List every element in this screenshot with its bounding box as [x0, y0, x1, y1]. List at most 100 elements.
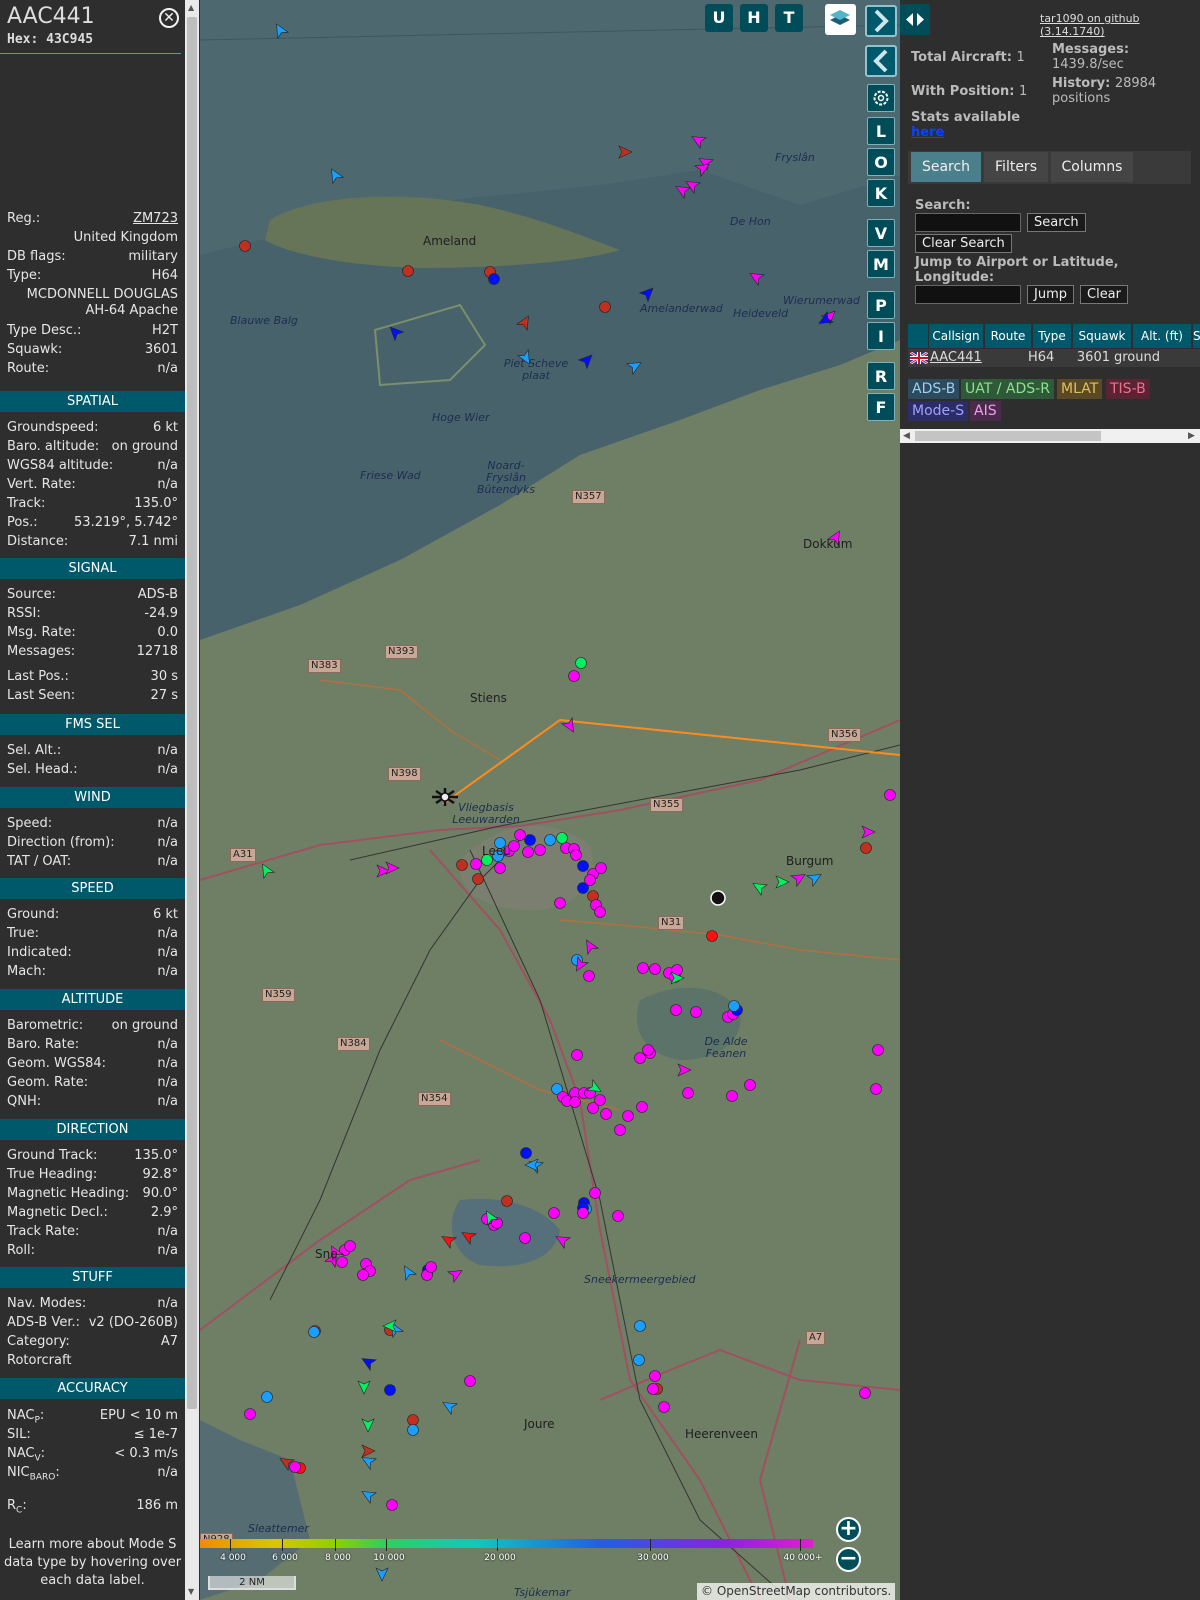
- aircraft-dot[interactable]: [614, 1124, 626, 1136]
- toggle-t-button[interactable]: T: [775, 4, 803, 32]
- aircraft-dot[interactable]: [884, 789, 896, 801]
- aircraft-dot[interactable]: [384, 1384, 396, 1396]
- aircraft-dot[interactable]: [728, 1000, 740, 1012]
- toggle-k-button[interactable]: K: [867, 179, 895, 207]
- aircraft-dot[interactable]: [575, 657, 587, 669]
- aircraft-dot[interactable]: [344, 1240, 356, 1252]
- toggle-u-button[interactable]: U: [705, 4, 733, 32]
- map-view[interactable]: Ameland Blauwe Balg Amelanderwad Wierumerwa…: [200, 0, 900, 1600]
- detail-value[interactable]: ZM723: [133, 210, 178, 228]
- aircraft-dot[interactable]: [599, 301, 611, 313]
- column-header[interactable]: Squawk: [1073, 324, 1131, 348]
- aircraft-dot[interactable]: [548, 1207, 560, 1219]
- aircraft-dot[interactable]: [470, 858, 482, 870]
- aircraft-dot[interactable]: [600, 1108, 612, 1120]
- layers-button[interactable]: [825, 4, 856, 35]
- aircraft-dot[interactable]: [637, 962, 649, 974]
- aircraft-dot[interactable]: [589, 1187, 601, 1199]
- column-header[interactable]: Spd.: [1193, 324, 1200, 348]
- aircraft-dot[interactable]: [425, 1261, 437, 1273]
- stats-link[interactable]: here: [911, 125, 944, 140]
- aircraft-dot[interactable]: [407, 1424, 419, 1436]
- aircraft-dot[interactable]: [726, 1090, 738, 1102]
- aircraft-dot[interactable]: [633, 1354, 645, 1366]
- aircraft-dot[interactable]: [622, 1110, 634, 1122]
- toggle-v-button[interactable]: V: [867, 219, 895, 247]
- toggle-m-button[interactable]: M: [867, 250, 895, 278]
- aircraft-dot[interactable]: [239, 240, 251, 252]
- toggle-p-button[interactable]: P: [867, 291, 895, 319]
- aircraft-dot[interactable]: [570, 849, 582, 861]
- tab-search[interactable]: Search: [911, 152, 981, 182]
- aircraft-dot[interactable]: [519, 1232, 531, 1244]
- aircraft-dot[interactable]: [612, 1210, 624, 1222]
- map-attribution[interactable]: © OpenStreetMap contributors.: [697, 1583, 896, 1600]
- aircraft-dot[interactable]: [524, 834, 536, 846]
- aircraft-dot[interactable]: [402, 265, 414, 277]
- scroll-left-icon[interactable]: ◀: [903, 429, 910, 443]
- close-detail-button[interactable]: ✕: [159, 8, 179, 28]
- tab-columns[interactable]: Columns: [1051, 152, 1133, 182]
- aircraft-dot[interactable]: [690, 1006, 702, 1018]
- aircraft-dot[interactable]: [636, 1101, 648, 1113]
- jump-button[interactable]: Jump: [1027, 285, 1074, 304]
- aircraft-dot[interactable]: [261, 1391, 273, 1403]
- aircraft-dot[interactable]: [642, 1044, 654, 1056]
- search-button[interactable]: Search: [1027, 213, 1086, 232]
- expand-right-button[interactable]: [865, 5, 897, 37]
- aircraft-dot[interactable]: [571, 1049, 583, 1061]
- column-header[interactable]: Alt. (ft): [1133, 324, 1191, 348]
- aircraft-dot[interactable]: [634, 1320, 646, 1332]
- aircraft-dot[interactable]: [860, 842, 872, 854]
- scroll-down-icon[interactable]: ▼: [188, 1587, 194, 1596]
- aircraft-dot[interactable]: [534, 844, 546, 856]
- detail-scrollbar-thumb[interactable]: [187, 17, 197, 1409]
- aircraft-dot[interactable]: [520, 1147, 532, 1159]
- row-callsign[interactable]: AAC441: [930, 349, 982, 367]
- panel-toggle-button[interactable]: [900, 4, 930, 35]
- aircraft-dot[interactable]: [357, 1269, 369, 1281]
- toggle-h-button[interactable]: H: [740, 4, 768, 32]
- column-header[interactable]: Type: [1033, 324, 1071, 348]
- aircraft-dot[interactable]: [386, 1499, 398, 1511]
- clear-jump-button[interactable]: Clear: [1080, 285, 1128, 304]
- aircraft-dot[interactable]: [501, 1195, 513, 1207]
- toggle-r-button[interactable]: R: [867, 362, 895, 390]
- table-row[interactable]: AAC441 H64 3601 ground: [908, 349, 1200, 367]
- aircraft-dot[interactable]: [554, 897, 566, 909]
- aircraft-dot[interactable]: [634, 1052, 646, 1064]
- aircraft-dot[interactable]: [744, 1079, 756, 1091]
- aircraft-dot[interactable]: [544, 834, 556, 846]
- aircraft-dot[interactable]: [522, 846, 534, 858]
- aircraft-dot[interactable]: [649, 963, 661, 975]
- toggle-i-button[interactable]: I: [867, 322, 895, 350]
- aircraft-dot[interactable]: [594, 906, 606, 918]
- aircraft-dot[interactable]: [583, 970, 595, 982]
- aircraft-dot[interactable]: [658, 1401, 670, 1413]
- column-header[interactable]: Callsign: [929, 324, 983, 348]
- toggle-l-button[interactable]: L: [867, 117, 895, 145]
- aircraft-dot[interactable]: [494, 862, 506, 874]
- aircraft-dot[interactable]: [870, 1083, 882, 1095]
- search-input[interactable]: [915, 213, 1021, 232]
- tab-filters[interactable]: Filters: [984, 152, 1048, 182]
- aircraft-dot[interactable]: [670, 1004, 682, 1016]
- aircraft-dot[interactable]: [456, 859, 468, 871]
- aircraft-dot[interactable]: [594, 1094, 606, 1106]
- zoom-out-button[interactable]: −: [836, 1547, 861, 1572]
- aircraft-dot[interactable]: [859, 1387, 871, 1399]
- aircraft-dot[interactable]: [308, 1326, 320, 1338]
- aircraft-dot[interactable]: [577, 1207, 589, 1219]
- aircraft-dot[interactable]: [244, 1408, 256, 1420]
- scroll-right-icon[interactable]: ▶: [1188, 429, 1195, 443]
- aircraft-dot[interactable]: [514, 829, 526, 841]
- aircraft-dot[interactable]: [872, 1044, 884, 1056]
- aircraft-dot[interactable]: [682, 1087, 694, 1099]
- aircraft-dot[interactable]: [336, 1256, 348, 1268]
- scroll-up-icon[interactable]: ▲: [188, 3, 194, 12]
- map-canvas[interactable]: [200, 0, 900, 1600]
- aircraft-dot[interactable]: [472, 873, 484, 885]
- zoom-in-button[interactable]: +: [836, 1517, 861, 1542]
- toggle-f-button[interactable]: F: [867, 393, 895, 421]
- settings-button[interactable]: [867, 84, 895, 112]
